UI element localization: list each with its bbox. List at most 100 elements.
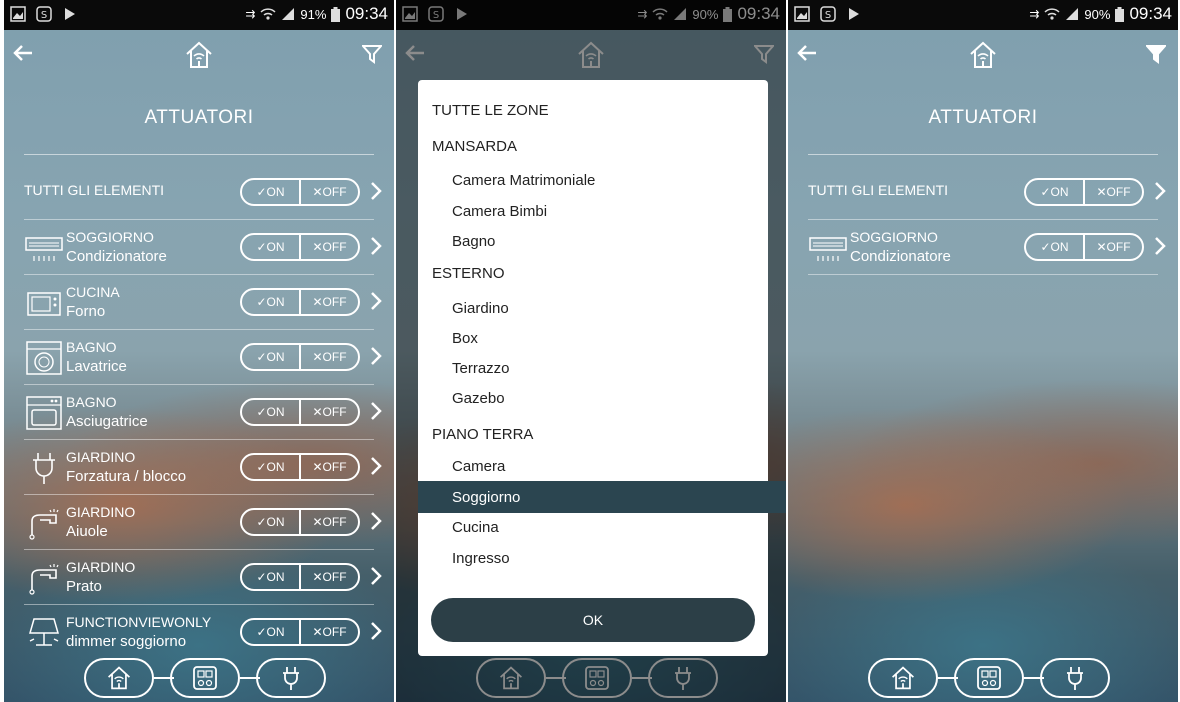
off-button[interactable]: ✕OFF — [1085, 235, 1142, 259]
list-item[interactable]: BAGNO Asciugatrice ✓ON ✕OFF — [4, 385, 394, 440]
off-button[interactable]: ✕OFF — [301, 565, 358, 589]
zone-option[interactable]: Ingresso — [418, 542, 786, 574]
on-button[interactable]: ✓ON — [242, 565, 301, 589]
list-item[interactable]: FUNCTIONVIEWONLY dimmer soggiorno ✓ON ✕OF… — [4, 605, 394, 655]
battery-percent: 91% — [300, 6, 327, 22]
off-button[interactable]: ✕OFF — [301, 400, 358, 424]
air-conditioner-icon — [809, 237, 847, 261]
toggle-on-off: ✓ON ✕OFF — [240, 233, 360, 261]
zone-option-selected[interactable]: Soggiorno — [418, 481, 786, 513]
zone-option[interactable]: Gazebo — [418, 382, 786, 414]
on-button[interactable]: ✓ON — [242, 455, 301, 479]
chevron-right-icon[interactable] — [370, 400, 382, 422]
plug-icon — [283, 667, 299, 690]
chevron-right-icon[interactable] — [370, 510, 382, 532]
list-item[interactable]: CUCINA Forno ✓ON ✕OFF — [4, 275, 394, 330]
divider — [808, 274, 1158, 275]
chevron-right-icon[interactable] — [370, 620, 382, 642]
chevron-right-icon[interactable] — [370, 235, 382, 257]
filter-active-icon[interactable] — [1146, 44, 1166, 64]
list-item[interactable]: BAGNO Lavatrice ✓ON ✕OFF — [4, 330, 394, 385]
chevron-right-icon[interactable] — [370, 565, 382, 587]
zone-option[interactable]: Box — [418, 322, 786, 354]
nav-home-button[interactable] — [868, 658, 938, 698]
off-button[interactable]: ✕OFF — [301, 290, 358, 314]
zone-option[interactable]: Giardino — [418, 292, 786, 324]
back-arrow-icon[interactable] — [796, 42, 818, 64]
on-button[interactable]: ✓ON — [242, 345, 301, 369]
off-button[interactable]: ✕OFF — [1085, 180, 1142, 204]
zone-option[interactable]: Camera Bimbi — [418, 195, 786, 227]
on-button[interactable]: ✓ON — [1026, 180, 1085, 204]
zone-option[interactable]: Cucina — [418, 511, 786, 543]
zone-label: GIARDINO — [66, 504, 136, 520]
zone-option[interactable]: Camera Matrimoniale — [418, 164, 786, 196]
nav-panel-button[interactable] — [954, 658, 1024, 698]
list-item[interactable]: SOGGIORNO Condizionatore ✓ON ✕OFF — [4, 220, 394, 275]
device-label: Aiuole — [66, 523, 108, 540]
device-label: Lavatrice — [66, 358, 127, 375]
ok-button[interactable]: OK — [431, 598, 755, 642]
bottom-nav — [788, 656, 1178, 698]
on-button[interactable]: ✓ON — [242, 400, 301, 424]
page-title: ATTUATORI — [928, 107, 1038, 128]
on-button[interactable]: ✓ON — [242, 235, 301, 259]
device-label: Prato — [66, 578, 102, 595]
off-button[interactable]: ✕OFF — [301, 620, 358, 644]
zone-option-label: ESTERNO — [432, 264, 505, 282]
on-button[interactable]: ✓ON — [242, 510, 301, 534]
zone-option[interactable]: MANSARDA — [418, 130, 782, 162]
off-button[interactable]: ✕OFF — [301, 455, 358, 479]
zone-label: GIARDINO — [66, 559, 136, 575]
divider — [808, 154, 1158, 155]
zone-option[interactable]: PIANO TERRA — [418, 418, 782, 450]
device-label: Forzatura / blocco — [66, 468, 187, 485]
list-item[interactable]: SOGGIORNO Condizionatore ✓ON ✕OFF — [788, 220, 1178, 275]
battery-icon — [331, 6, 341, 22]
nav-home-button[interactable] — [84, 658, 154, 698]
clock: 09:34 — [1129, 4, 1172, 23]
nav-panel-button[interactable] — [170, 658, 240, 698]
dryer-icon — [26, 396, 62, 430]
page-title: ATTUATORI — [144, 107, 254, 128]
chevron-right-icon[interactable] — [1154, 235, 1166, 257]
status-bar: S ⇉ 90% 09:34 — [788, 0, 1178, 30]
chevron-right-icon[interactable] — [370, 290, 382, 312]
zone-option[interactable]: TUTTE LE ZONE — [418, 94, 782, 126]
chevron-right-icon[interactable] — [370, 455, 382, 477]
home-wifi-icon[interactable] — [184, 40, 214, 70]
nav-plug-button[interactable] — [256, 658, 326, 698]
off-button[interactable]: ✕OFF — [301, 235, 358, 259]
zone-option[interactable]: ESTERNO — [418, 257, 782, 289]
on-button[interactable]: ✓ON — [1026, 235, 1085, 259]
filter-icon[interactable] — [362, 44, 382, 64]
on-button[interactable]: ✓ON — [242, 180, 301, 204]
chevron-right-icon[interactable] — [370, 180, 382, 202]
list-item[interactable]: GIARDINO Forzatura / blocco ✓ON ✕OFF — [4, 440, 394, 495]
home-wifi-icon[interactable] — [968, 40, 998, 70]
svg-text:S: S — [41, 10, 47, 21]
chevron-right-icon[interactable] — [370, 345, 382, 367]
sprinkler-icon — [29, 509, 59, 540]
zone-option[interactable]: Camera — [418, 450, 786, 482]
list-item[interactable]: GIARDINO Prato ✓ON ✕OFF — [4, 550, 394, 605]
zone-label: SOGGIORNO — [850, 229, 938, 245]
back-arrow-icon[interactable] — [12, 42, 34, 64]
list-item[interactable]: GIARDINO Aiuole ✓ON ✕OFF — [4, 495, 394, 550]
on-button[interactable]: ✓ON — [242, 620, 301, 644]
nav-plug-button[interactable] — [1040, 658, 1110, 698]
chevron-right-icon[interactable] — [1154, 180, 1166, 202]
s-app-icon: S — [36, 6, 52, 22]
wifi-icon — [1044, 8, 1060, 20]
screen-zone-filter: S ⇉ 90% 09:34 TUTTE LE ZONE MANSARDA Cam… — [396, 0, 786, 702]
washing-machine-icon — [26, 341, 62, 375]
off-button[interactable]: ✕OFF — [301, 345, 358, 369]
zone-option[interactable]: Terrazzo — [418, 352, 786, 384]
off-button[interactable]: ✕OFF — [301, 180, 358, 204]
device-label: Condizionatore — [850, 248, 951, 265]
on-button[interactable]: ✓ON — [242, 290, 301, 314]
zone-filter-dialog: TUTTE LE ZONE MANSARDA Camera Matrimonia… — [418, 80, 786, 656]
off-button[interactable]: ✕OFF — [301, 510, 358, 534]
zone-option[interactable]: Bagno — [418, 225, 786, 257]
zone-option-label: PIANO TERRA — [432, 425, 534, 443]
